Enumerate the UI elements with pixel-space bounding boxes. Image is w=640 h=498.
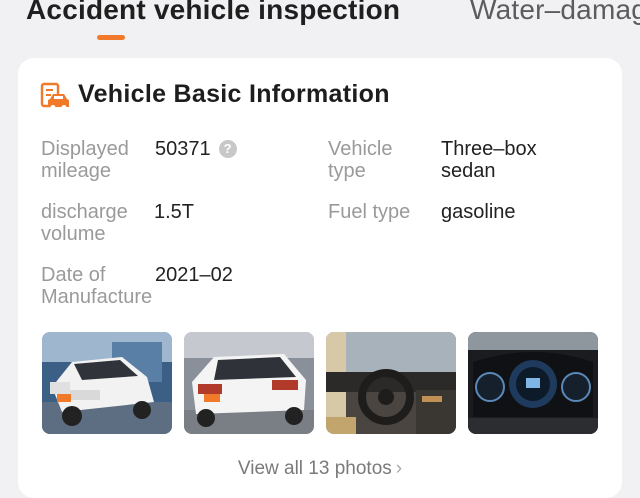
photo-dashboard-cluster[interactable]	[468, 332, 598, 434]
mileage-label: Displayed mileage	[41, 138, 129, 182]
photo-front-exterior[interactable]	[42, 332, 172, 434]
vehicle-type-label: Vehicle type	[328, 138, 393, 182]
view-all-label: View all 13 photos	[237, 458, 392, 479]
manufacture-label: Date of Manufacture	[41, 264, 152, 308]
tab-accident-vehicle-inspection[interactable]: Accident vehicle inspection	[26, 0, 400, 26]
discharge-value: 1.5T	[154, 201, 195, 223]
vehicle-type-value-line2: sedan	[441, 160, 496, 182]
tab-water-damage[interactable]: Water–damag	[470, 0, 640, 26]
vehicle-basic-info-card: Vehicle Basic Information Displayed mile…	[18, 58, 622, 498]
discharge-label: discharge volume	[41, 201, 128, 245]
mileage-label-line2: mileage	[41, 160, 112, 182]
vehicle-type-value-line1: Three–box	[441, 138, 537, 160]
fuel-type-label: Fuel type	[328, 201, 411, 223]
tab-bar: Accident vehicle inspection Water–damag	[0, 0, 640, 52]
manufacture-label-line2: Manufacture	[41, 286, 153, 308]
mileage-label-line1: Displayed	[41, 138, 129, 160]
mileage-value-wrap: 50371?	[155, 138, 237, 160]
discharge-label-line2: volume	[41, 223, 106, 245]
help-icon[interactable]: ?	[218, 140, 237, 158]
vehicle-type-label-line2: type	[328, 160, 366, 182]
fuel-type-value: gasoline	[441, 201, 516, 223]
vehicle-type-label-line1: Vehicle	[328, 138, 393, 160]
active-tab-indicator	[97, 35, 125, 40]
manufacture-label-line1: Date of	[41, 264, 106, 286]
chevron-right-icon: ›	[395, 458, 403, 479]
car-report-icon	[40, 82, 69, 110]
discharge-label-line1: discharge	[41, 201, 128, 223]
vehicle-type-value: Three–box sedan	[441, 138, 537, 182]
manufacture-value: 2021–02	[155, 264, 233, 286]
card-title: Vehicle Basic Information	[78, 80, 390, 108]
mileage-value: 50371	[155, 138, 211, 160]
photo-rear-exterior[interactable]	[184, 332, 314, 434]
view-all-photos-link[interactable]: View all 13 photos ›	[18, 458, 622, 480]
photo-interior-steering[interactable]	[326, 332, 456, 434]
